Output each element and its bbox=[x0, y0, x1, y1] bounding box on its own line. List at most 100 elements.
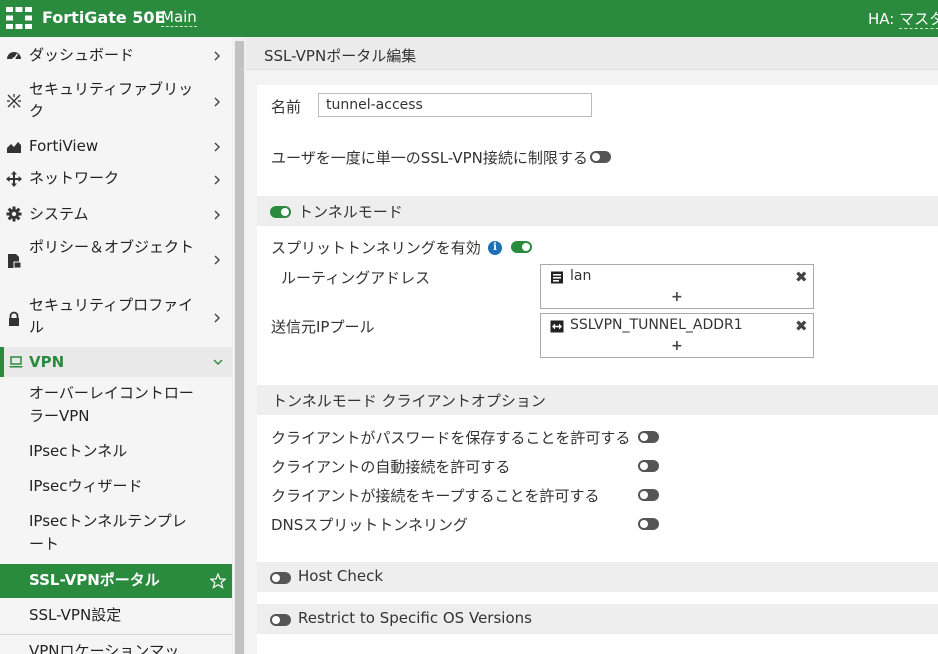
divider bbox=[0, 634, 232, 635]
restrict-os-section: Restrict to Specific OS Versions bbox=[257, 604, 938, 634]
chevron-right-icon bbox=[214, 175, 220, 185]
sidebar-subitem-label: VPNロケーションマップ bbox=[29, 642, 179, 654]
sidebar-item-fortiview[interactable]: FortiView bbox=[0, 135, 232, 157]
fabric-icon bbox=[7, 94, 21, 108]
client-options-section: トンネルモード クライアントオプション bbox=[257, 385, 938, 415]
info-icon[interactable]: i bbox=[488, 241, 502, 255]
chevron-down-icon bbox=[213, 359, 223, 365]
chart-icon bbox=[7, 142, 21, 153]
routing-address-label: ルーティングアドレス bbox=[281, 269, 431, 287]
chevron-right-icon bbox=[214, 97, 220, 107]
sidebar-subitem-label: IPsecウィザード bbox=[29, 477, 143, 495]
product-name: FortiGate 50E bbox=[42, 8, 166, 27]
sidebar-subitem-label: SSL-VPNポータル bbox=[29, 571, 160, 589]
sidebar-subitem-vpn-location-map[interactable]: VPNロケーションマップ bbox=[0, 640, 232, 654]
name-input[interactable] bbox=[318, 93, 592, 117]
remove-routing-address-icon[interactable]: ✖ bbox=[795, 268, 808, 286]
sidebar-subitem-label: IPsecトンネル bbox=[29, 442, 128, 460]
lock-icon bbox=[9, 311, 19, 326]
chevron-right-icon bbox=[214, 313, 220, 323]
policy-icon bbox=[8, 254, 22, 269]
ha-status[interactable]: HA: マスタ bbox=[868, 8, 938, 29]
page-title: SSL-VPNポータル編集 bbox=[264, 47, 417, 65]
routing-address-value: lan bbox=[570, 268, 592, 284]
network-icon bbox=[6, 171, 22, 187]
dns-split-tunnel-toggle[interactable] bbox=[638, 518, 659, 530]
gear-icon bbox=[6, 206, 22, 222]
sidebar-item-label: ネットワーク bbox=[29, 169, 120, 187]
sidebar-item-label: システム bbox=[29, 205, 89, 223]
restrict-os-toggle[interactable] bbox=[270, 614, 291, 626]
sidebar-item-network[interactable]: ネットワーク bbox=[0, 167, 232, 189]
split-tunnel-label: スプリットトンネリングを有効 bbox=[271, 239, 481, 257]
host-check-label: Host Check bbox=[298, 567, 384, 585]
sidebar: ダッシュボード セキュリティファブリック FortiView ネットワーク シス… bbox=[0, 37, 232, 654]
split-tunnel-toggle[interactable] bbox=[511, 241, 532, 253]
sidebar-item-system[interactable]: システム bbox=[0, 203, 232, 225]
sidebar-item-security-profiles[interactable]: セキュリティプロファイル bbox=[0, 294, 232, 340]
top-bar: FortiGate 50E Main HA: マスタ bbox=[0, 0, 938, 37]
scrollbar-thumb[interactable] bbox=[235, 41, 244, 654]
source-ip-pool-select[interactable]: SSLVPN_TUNNEL_ADDR1 ✖ + bbox=[540, 313, 814, 358]
sidebar-subitem-label: SSL-VPN設定 bbox=[29, 606, 122, 624]
chevron-right-icon bbox=[214, 142, 220, 152]
ha-value: マスタ bbox=[899, 10, 938, 29]
sidebar-subitem-ipsec-wizard[interactable]: IPsecウィザード bbox=[0, 475, 232, 498]
host-check-toggle[interactable] bbox=[270, 572, 291, 584]
sidebar-item-security-fabric[interactable]: セキュリティファブリック bbox=[0, 78, 232, 124]
source-ip-pool-value: SSLVPN_TUNNEL_ADDR1 bbox=[570, 317, 743, 333]
main-content: SSL-VPNポータル編集 名前 ユーザを一度に単一のSSL-VPN接続に制限す… bbox=[246, 37, 938, 654]
star-icon[interactable] bbox=[210, 573, 226, 589]
chevron-right-icon bbox=[214, 210, 220, 220]
client-options-title: トンネルモード クライアントオプション bbox=[272, 392, 546, 410]
sidebar-item-dashboard[interactable]: ダッシュボード bbox=[0, 44, 232, 66]
name-label: 名前 bbox=[271, 98, 302, 116]
sidebar-subitem-ssl-vpn-portals[interactable]: SSL-VPNポータル bbox=[0, 564, 232, 598]
add-source-ip-pool-button[interactable]: + bbox=[671, 338, 683, 354]
sidebar-subitem-overlay-controller-vpn[interactable]: オーバーレイコントローラーVPN bbox=[0, 381, 232, 429]
sidebar-subitem-ipsec-tunnels[interactable]: IPsecトンネル bbox=[0, 440, 232, 463]
auto-connect-toggle[interactable] bbox=[638, 460, 659, 472]
client-option-auto-connect-label: クライアントの自動接続を許可する bbox=[271, 458, 511, 476]
add-routing-address-button[interactable]: + bbox=[671, 289, 683, 305]
client-option-keep-alive-label: クライアントが接続をキープすることを許可する bbox=[271, 487, 600, 505]
limit-user-label: ユーザを一度に単一のSSL-VPN接続に制限する bbox=[271, 149, 588, 167]
host-check-section: Host Check bbox=[257, 562, 938, 592]
sidebar-item-vpn[interactable]: VPN bbox=[0, 347, 232, 377]
fortinet-logo-icon bbox=[6, 7, 32, 29]
dashboard-icon bbox=[7, 52, 21, 61]
sidebar-item-label: VPN bbox=[29, 353, 65, 371]
chevron-right-icon bbox=[214, 255, 220, 265]
client-option-dns-split-label: DNSスプリットトンネリング bbox=[271, 516, 468, 534]
client-option-save-password-label: クライアントがパスワードを保存することを許可する bbox=[271, 429, 631, 447]
sidebar-subitem-ipsec-template[interactable]: IPsecトンネルテンプレート bbox=[0, 510, 232, 558]
address-range-icon bbox=[550, 320, 564, 333]
remove-source-ip-pool-icon[interactable]: ✖ bbox=[795, 317, 808, 335]
restrict-os-label: Restrict to Specific OS Versions bbox=[298, 609, 532, 627]
limit-user-toggle[interactable] bbox=[590, 151, 611, 163]
sidebar-scrollbar[interactable] bbox=[232, 37, 246, 654]
tunnel-mode-section: トンネルモード bbox=[257, 196, 938, 226]
tunnel-mode-toggle[interactable] bbox=[270, 206, 291, 218]
page-header: SSL-VPNポータル編集 bbox=[246, 37, 938, 70]
save-password-toggle[interactable] bbox=[638, 431, 659, 443]
ha-label: HA: bbox=[868, 10, 895, 28]
sidebar-item-label: ポリシー＆オブジェクト bbox=[29, 238, 195, 256]
address-object-icon bbox=[551, 271, 563, 284]
sidebar-item-label: FortiView bbox=[29, 137, 99, 155]
sidebar-item-label: セキュリティファブリック bbox=[29, 80, 194, 120]
routing-address-select[interactable]: lan ✖ + bbox=[540, 264, 814, 309]
sidebar-subitem-ssl-vpn-settings[interactable]: SSL-VPN設定 bbox=[0, 604, 232, 627]
sidebar-subitem-label: オーバーレイコントローラーVPN bbox=[29, 384, 194, 425]
edit-form: 名前 ユーザを一度に単一のSSL-VPN接続に制限する トンネルモード スプリッ… bbox=[257, 85, 938, 654]
sidebar-item-label: セキュリティプロファイル bbox=[29, 296, 194, 336]
sidebar-item-label: ダッシュボード bbox=[29, 46, 135, 64]
source-ip-pool-label: 送信元IPプール bbox=[271, 318, 375, 336]
sidebar-item-policy-objects[interactable]: ポリシー＆オブジェクト bbox=[0, 236, 232, 282]
keep-alive-toggle[interactable] bbox=[638, 489, 659, 501]
chevron-right-icon bbox=[214, 51, 220, 61]
sidebar-subitem-label: IPsecトンネルテンプレート bbox=[29, 512, 187, 553]
vdom-selector[interactable]: Main bbox=[161, 8, 197, 27]
tunnel-mode-label: トンネルモード bbox=[298, 203, 403, 221]
laptop-icon bbox=[9, 356, 23, 368]
